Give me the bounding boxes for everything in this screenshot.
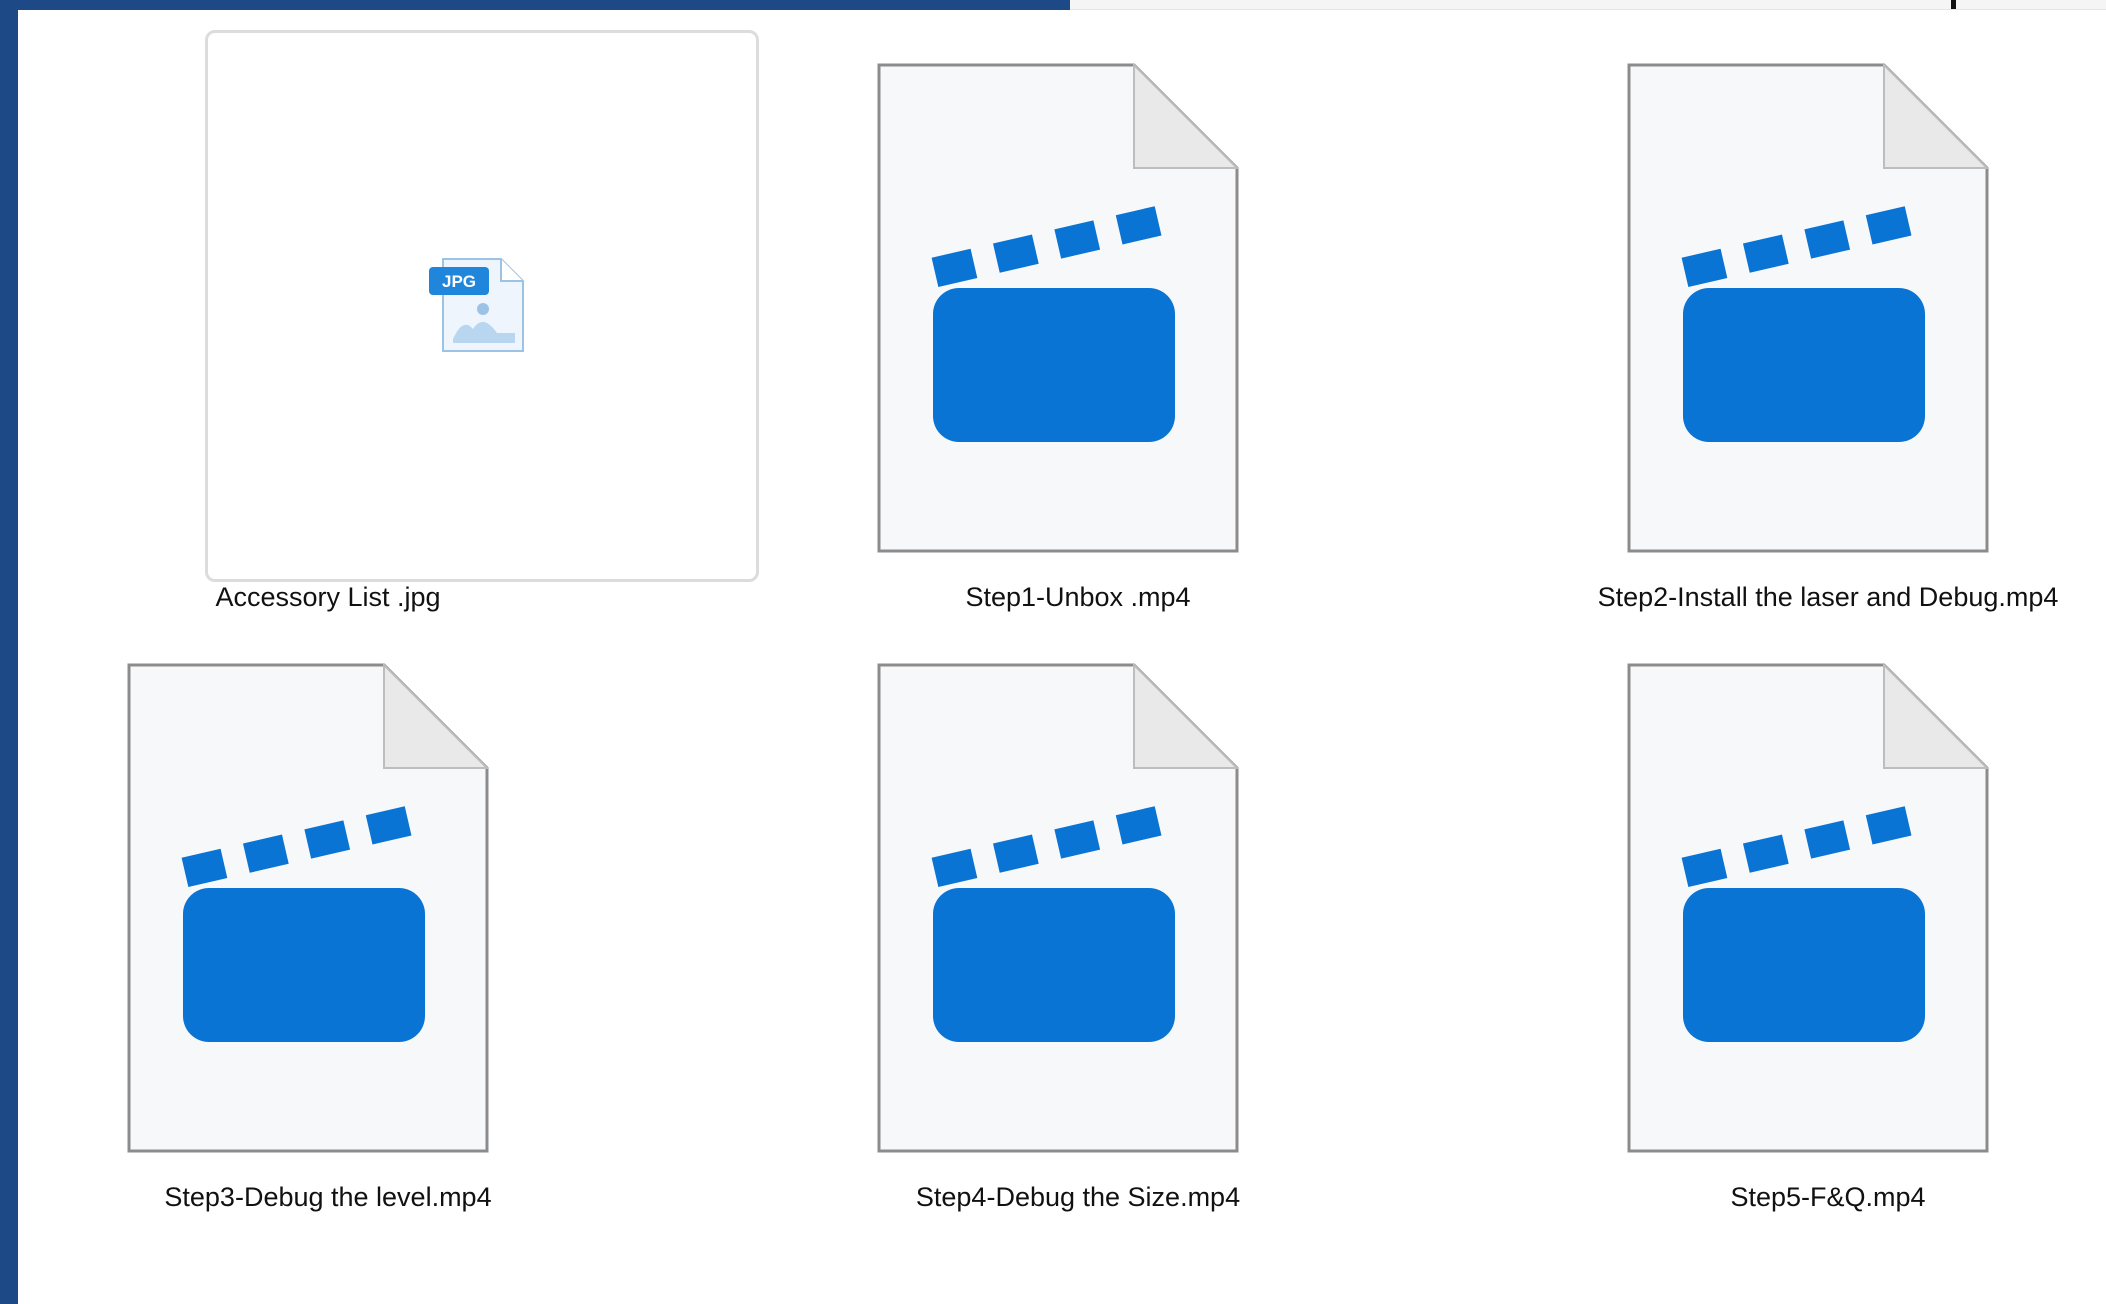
file-name: Step3-Debug the level.mp4 bbox=[164, 1182, 492, 1212]
jpg-file-icon: JPG bbox=[429, 258, 524, 352]
window-frame-top bbox=[0, 0, 1070, 10]
file-name: Step1-Unbox .mp4 bbox=[965, 582, 1191, 612]
selection-box: JPG bbox=[205, 30, 759, 582]
file-name: Step5-F&Q.mp4 bbox=[1730, 1182, 1926, 1212]
video-clapperboard-icon bbox=[127, 662, 490, 1153]
file-item-step4[interactable]: Step4-Debug the Size.mp4 bbox=[758, 610, 1398, 1212]
video-clapperboard-icon bbox=[877, 662, 1240, 1153]
file-item-step3[interactable]: Step3-Debug the level.mp4 bbox=[8, 610, 648, 1212]
file-name: Accessory List .jpg bbox=[215, 582, 441, 612]
text-cursor bbox=[1951, 0, 1956, 9]
file-item-step2[interactable]: Step2-Install the laser and Debug.mp4 bbox=[1508, 10, 2106, 612]
file-item-step1[interactable]: Step1-Unbox .mp4 bbox=[758, 10, 1398, 612]
video-clapperboard-icon bbox=[1627, 62, 1990, 553]
file-grid: JPG Accessory List .jpg Step1-Unbox .mp4 bbox=[18, 10, 2106, 1304]
video-clapperboard-icon bbox=[1627, 662, 1990, 1153]
file-name: Step4-Debug the Size.mp4 bbox=[915, 1182, 1241, 1212]
file-name: Step2-Install the laser and Debug.mp4 bbox=[1597, 582, 2059, 612]
file-item-step5[interactable]: Step5-F&Q.mp4 bbox=[1508, 610, 2106, 1212]
svg-text:JPG: JPG bbox=[442, 272, 476, 291]
file-item-accessory-list[interactable]: JPG Accessory List .jpg bbox=[8, 10, 759, 612]
video-clapperboard-icon bbox=[877, 62, 1240, 553]
